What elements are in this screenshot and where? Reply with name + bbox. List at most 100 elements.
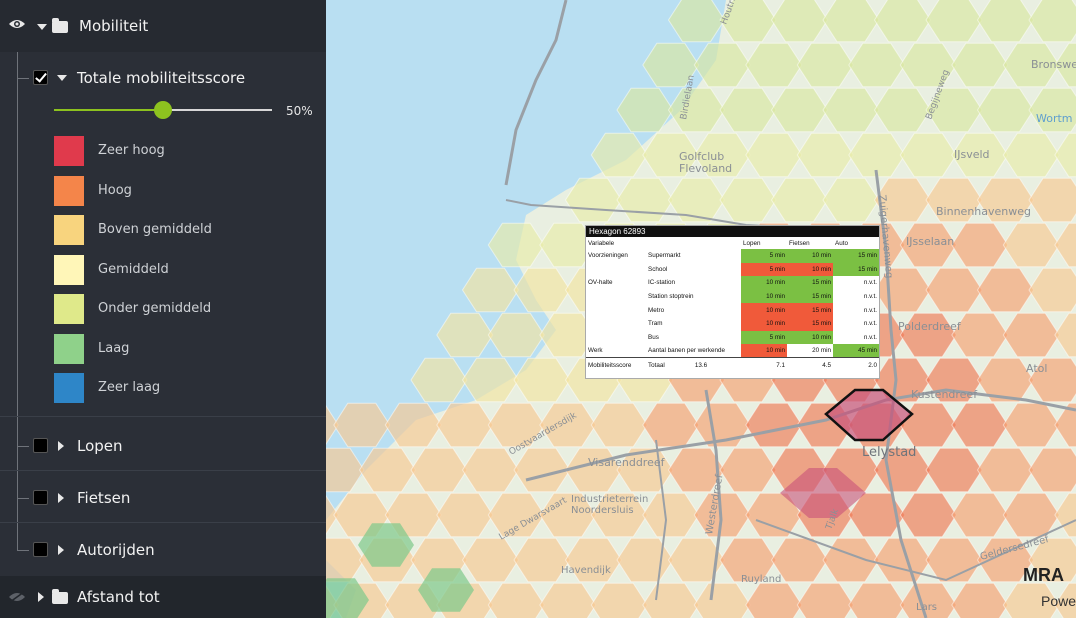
hexagon[interactable] (925, 0, 983, 43)
hexagon-popup[interactable]: Hexagon 62893 Variabele Lopen Fietsen Au… (585, 225, 880, 379)
eye-hidden-icon[interactable] (8, 591, 26, 603)
hexagon[interactable] (770, 177, 829, 223)
popup-header: Auto (835, 239, 848, 247)
hexagon[interactable] (822, 87, 880, 133)
layer-group-afstand[interactable]: Afstand tot (0, 576, 326, 618)
hexagon[interactable] (951, 42, 1009, 88)
popup-cell-fietsen: 20 min (812, 347, 831, 355)
hexagon[interactable] (822, 0, 880, 43)
opacity-slider-thumb[interactable] (154, 101, 172, 119)
hexagon[interactable] (951, 402, 1009, 448)
sublayer-autorijden[interactable]: Autorijden (77, 541, 155, 559)
hexagon[interactable] (1028, 267, 1076, 313)
hexagon[interactable] (899, 132, 957, 178)
hexagon[interactable] (745, 42, 803, 88)
hexagon[interactable] (1054, 492, 1076, 538)
autorijden-checkbox[interactable] (33, 542, 48, 557)
hexagon[interactable] (1002, 402, 1060, 448)
hexagon[interactable] (796, 42, 854, 88)
hexagon[interactable] (616, 177, 674, 223)
hexagon[interactable] (642, 402, 700, 448)
main-layer-checkbox[interactable] (33, 70, 48, 85)
chevron-right-icon[interactable] (58, 441, 64, 451)
hexagon[interactable] (873, 0, 932, 43)
hexagon[interactable] (873, 267, 932, 313)
hexagon[interactable] (616, 537, 674, 583)
chevron-right-icon[interactable] (58, 493, 64, 503)
hexagon[interactable] (976, 0, 1035, 43)
hexagon[interactable] (951, 492, 1009, 538)
hexagon[interactable] (1028, 87, 1076, 133)
hexagon[interactable] (1002, 312, 1060, 358)
popup-cell-fietsen: 15 min (787, 289, 833, 304)
hexagon[interactable] (745, 582, 803, 618)
hexagon[interactable] (745, 132, 803, 178)
popup-row: Voorzieningen Supermarkt 5 min 10 min 15 min (586, 249, 879, 263)
hexagon[interactable] (1028, 0, 1076, 43)
popup-row: School 5 min 10 min 15 min (586, 262, 879, 277)
hexagon[interactable] (1054, 222, 1076, 268)
hexagon[interactable] (642, 582, 700, 618)
hexagon[interactable] (1002, 492, 1060, 538)
hexagon[interactable] (436, 492, 494, 538)
hexagon[interactable] (976, 267, 1035, 313)
popup-cell-fietsen: 15 min (787, 316, 833, 331)
eye-icon[interactable] (8, 18, 26, 30)
legend-label: Laag (98, 340, 130, 356)
hexagon[interactable] (590, 402, 648, 448)
divider (0, 522, 326, 523)
hexagon[interactable] (770, 0, 829, 43)
hexagon[interactable] (1002, 132, 1060, 178)
chevron-down-icon[interactable] (37, 24, 47, 30)
hexagon[interactable] (1002, 222, 1060, 268)
hexagon[interactable] (951, 582, 1009, 618)
chevron-right-icon[interactable] (38, 592, 44, 602)
hexagon[interactable] (848, 42, 906, 88)
hexagon[interactable] (564, 447, 623, 493)
hexagon[interactable] (719, 177, 777, 223)
hexagon[interactable] (976, 87, 1035, 133)
chevron-down-icon[interactable] (57, 75, 67, 81)
hexagon[interactable] (796, 582, 854, 618)
hexagon[interactable] (693, 492, 751, 538)
popup-cell-item: Tram (648, 320, 663, 328)
hexagon[interactable] (951, 222, 1009, 268)
chevron-right-icon[interactable] (58, 545, 64, 555)
layer-group-header[interactable]: Mobiliteit (0, 0, 326, 52)
hexagon[interactable] (539, 582, 597, 618)
hexagon[interactable] (796, 132, 854, 178)
hexagon[interactable] (1028, 177, 1076, 223)
hexagon[interactable] (925, 267, 983, 313)
hexagon[interactable] (487, 582, 545, 618)
popup-cell-item: Metro (648, 306, 665, 314)
popup-cell-item: School (648, 265, 668, 273)
popup-cell-lopen: 5 min (741, 262, 787, 277)
popup-cell-lopen: 10 min (741, 276, 787, 290)
hexagon[interactable] (1054, 312, 1076, 358)
hexagon[interactable] (693, 582, 751, 618)
hexagon[interactable] (590, 582, 648, 618)
hexagon[interactable] (410, 447, 468, 493)
hexagon[interactable] (461, 537, 520, 583)
sublayer-fietsen[interactable]: Fietsen (77, 489, 130, 507)
hexagon[interactable] (770, 87, 829, 133)
hexagon[interactable] (719, 87, 777, 133)
hexagon[interactable] (822, 177, 880, 223)
sublayer-lopen[interactable]: Lopen (77, 437, 123, 455)
hexagon[interactable] (925, 537, 983, 583)
hexagon[interactable] (848, 582, 906, 618)
hexagon[interactable] (719, 447, 777, 493)
hexagon[interactable] (642, 492, 700, 538)
popup-header: Lopen (743, 239, 761, 247)
lopen-checkbox[interactable] (33, 438, 48, 453)
fietsen-checkbox[interactable] (33, 490, 48, 505)
hexagon[interactable] (899, 492, 957, 538)
popup-cell-item: Aantal banen per werkende (648, 347, 726, 355)
hexagon[interactable] (1028, 447, 1076, 493)
hexagon[interactable] (873, 87, 932, 133)
hexagon[interactable] (1054, 132, 1076, 178)
hexagon[interactable] (925, 447, 983, 493)
opacity-slider[interactable] (54, 101, 272, 119)
hexagon[interactable] (822, 537, 880, 583)
hexagon[interactable] (976, 447, 1035, 493)
